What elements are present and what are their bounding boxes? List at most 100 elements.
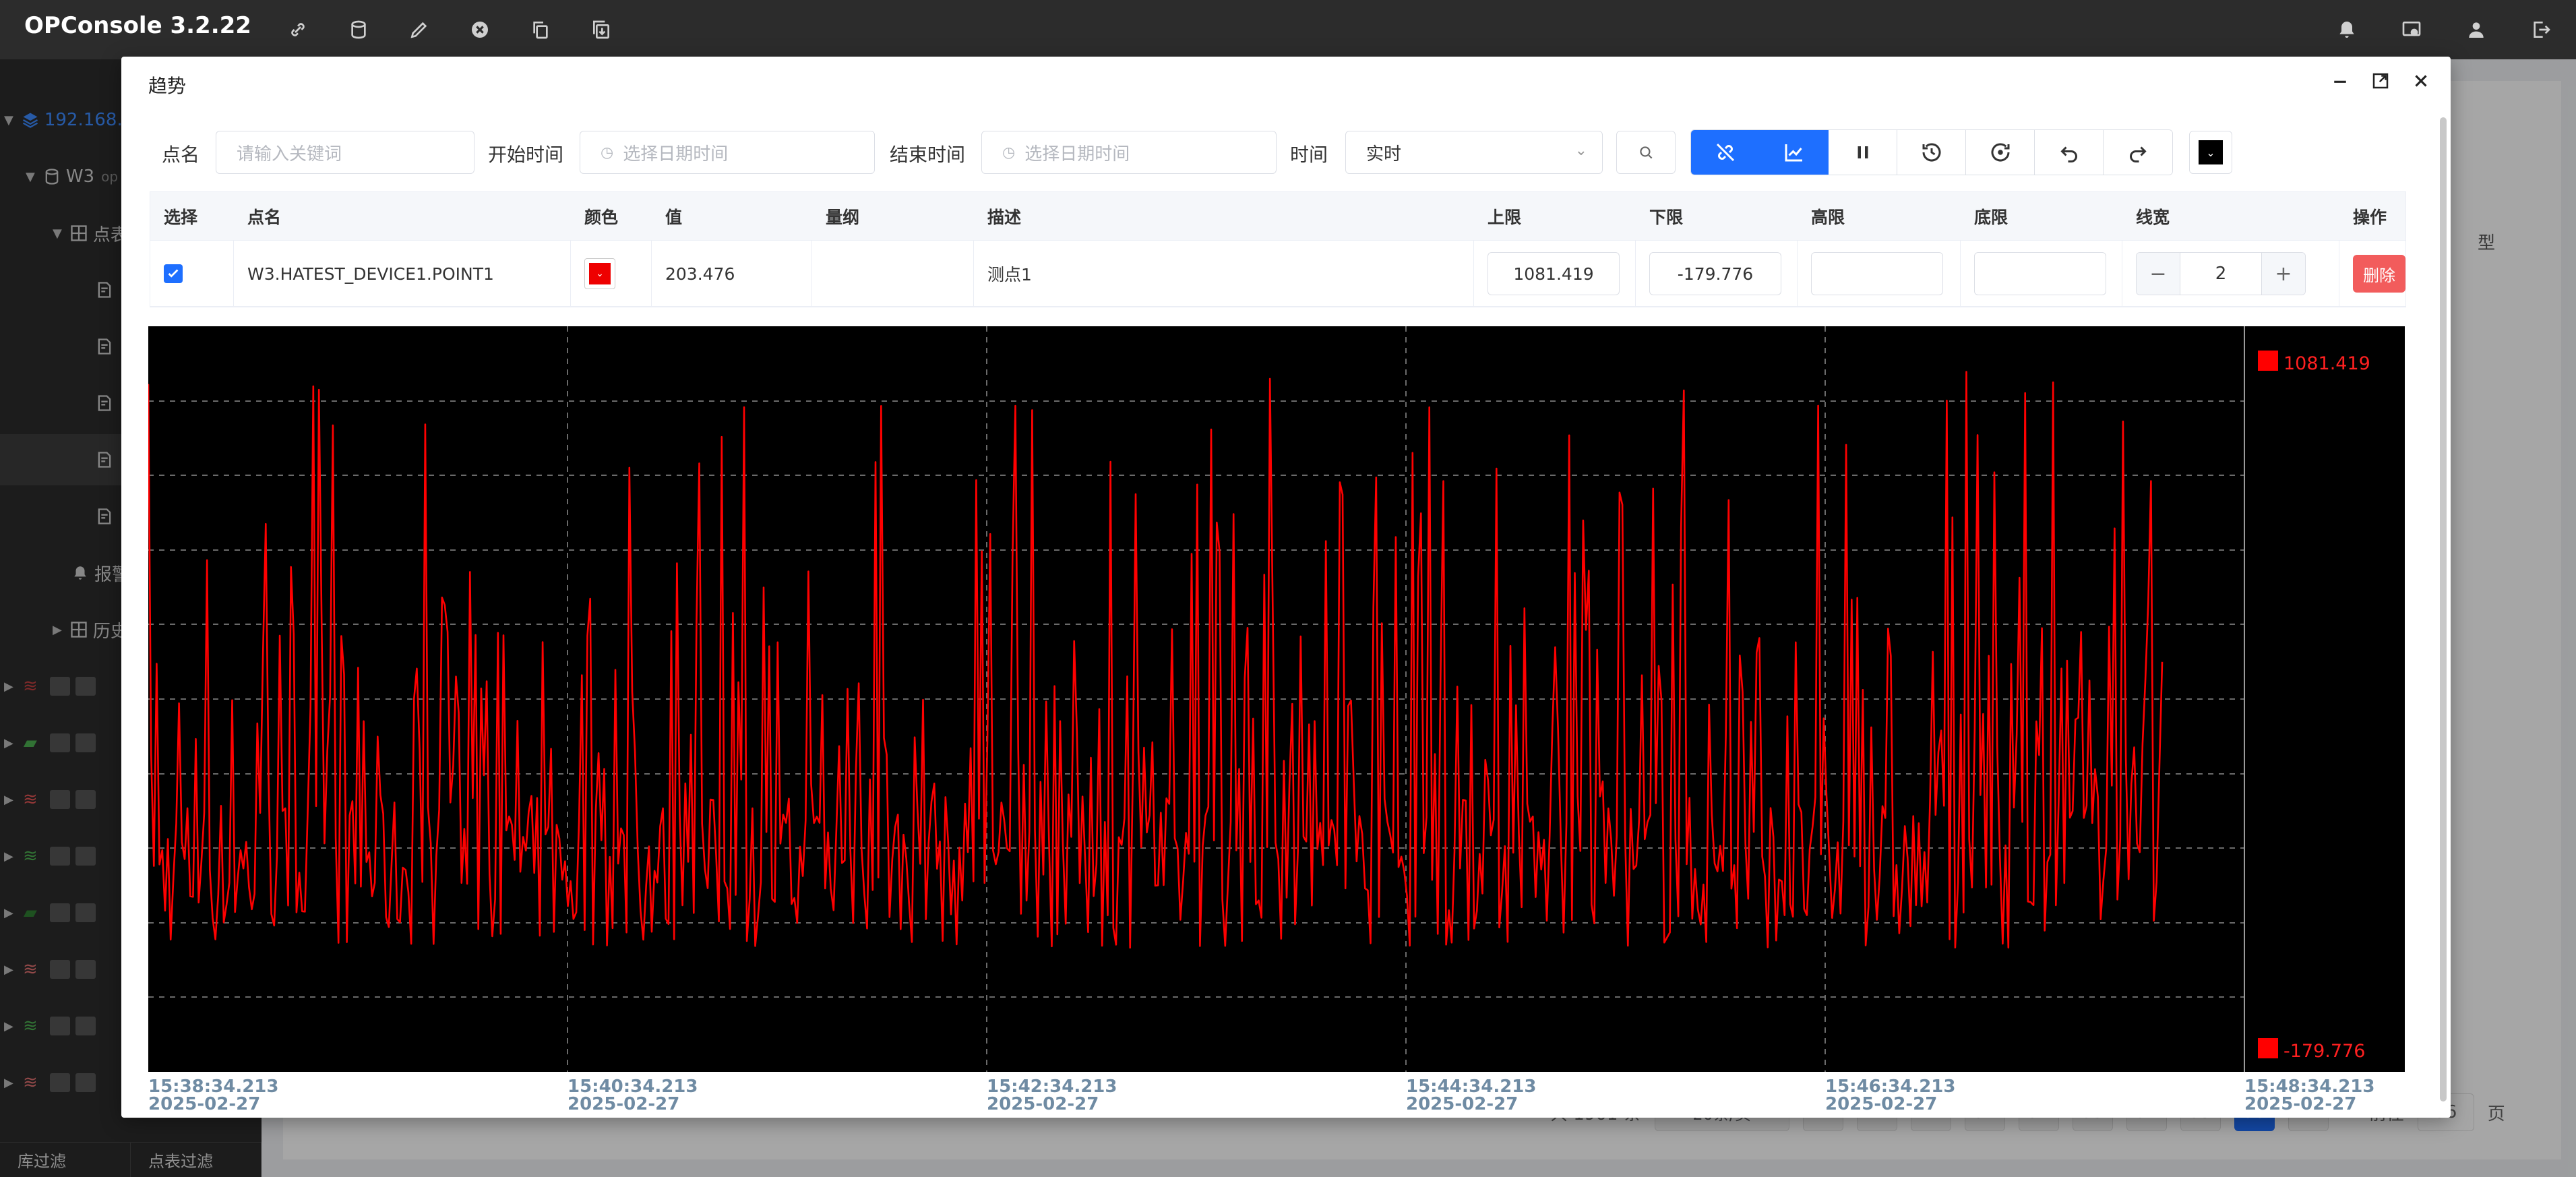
chevron-down-icon: ⌄ bbox=[2199, 140, 2223, 164]
point-name-input[interactable]: 请输入关键词 bbox=[216, 131, 474, 174]
delete-button[interactable]: 删除 bbox=[2353, 255, 2405, 293]
history-button[interactable] bbox=[1897, 130, 1966, 175]
logout-icon[interactable] bbox=[2526, 15, 2556, 44]
history-icon bbox=[1922, 143, 1940, 162]
close-icon[interactable] bbox=[2409, 69, 2433, 93]
low-limit-input[interactable] bbox=[1974, 252, 2106, 295]
high-limit-input[interactable] bbox=[1811, 252, 1943, 295]
col-value: 值 bbox=[665, 208, 683, 227]
time-mode-value: 实时 bbox=[1366, 144, 1402, 164]
decrement-button[interactable]: − bbox=[2137, 253, 2180, 295]
trend-chart: 1081.419 -179.776 15:38:34.213 2025-02-27… bbox=[148, 326, 2406, 1115]
col-unit: 量纲 bbox=[826, 208, 860, 227]
unlink-icon bbox=[1716, 143, 1734, 162]
x-tick-date: 2025-02-27 bbox=[1406, 1094, 1518, 1114]
end-time-placeholder: 选择日期时间 bbox=[1024, 144, 1130, 164]
x-tick-date: 2025-02-27 bbox=[1825, 1094, 1937, 1114]
start-time-label: 开始时间 bbox=[488, 144, 564, 166]
undo-button[interactable] bbox=[2035, 130, 2104, 175]
col-upper: 上限 bbox=[1488, 208, 1522, 227]
dialog-controls bbox=[2328, 69, 2433, 93]
line-chart-icon bbox=[1785, 144, 1802, 162]
value-cell: 203.476 bbox=[652, 241, 812, 307]
low-cell bbox=[1961, 241, 2122, 307]
upper-limit-marker bbox=[2258, 351, 2278, 371]
line-chart-button[interactable] bbox=[1760, 130, 1829, 175]
clock-icon: ◷ bbox=[1002, 144, 1016, 161]
undo-icon bbox=[2060, 146, 2077, 162]
col-line-width: 线宽 bbox=[2136, 208, 2170, 227]
table-row: W3.HATEST_DEVICE1.POINT1 ⌄ 203.476 测点1 1… bbox=[150, 241, 2405, 307]
search-icon bbox=[1640, 146, 1653, 159]
col-select: 选择 bbox=[164, 208, 198, 227]
line-color-picker[interactable]: ⌄ bbox=[584, 258, 615, 289]
col-high: 高限 bbox=[1811, 208, 1845, 227]
pause-icon bbox=[1858, 146, 1868, 158]
minimize-icon[interactable] bbox=[2328, 69, 2352, 93]
line-width-input[interactable]: 2 bbox=[2180, 253, 2262, 295]
unit-cell bbox=[812, 241, 974, 307]
table-header: 选择 点名 颜色 值 量纲 描述 上限 下限 高限 底限 线宽 操作 bbox=[150, 192, 2405, 241]
redo-button[interactable] bbox=[2104, 130, 2172, 175]
unlink-button[interactable] bbox=[1691, 130, 1760, 175]
search-button[interactable] bbox=[1616, 131, 1676, 174]
refresh-button[interactable] bbox=[1966, 130, 2035, 175]
pause-button[interactable] bbox=[1829, 130, 1897, 175]
edit-icon[interactable] bbox=[404, 15, 434, 44]
trend-chart-svg[interactable]: 1081.419 -179.776 15:38:34.2132025-02-27… bbox=[148, 326, 2406, 1115]
col-lower: 下限 bbox=[1649, 208, 1684, 227]
redo-icon bbox=[2130, 146, 2147, 162]
col-action: 操作 bbox=[2353, 208, 2387, 227]
end-time-label: 结束时间 bbox=[890, 144, 966, 166]
bell-icon[interactable] bbox=[2332, 15, 2362, 44]
start-time-placeholder: 选择日期时间 bbox=[623, 144, 729, 164]
upper-limit-label: 1081.419 bbox=[2283, 353, 2370, 374]
x-tick-date: 2025-02-27 bbox=[2244, 1094, 2356, 1114]
clock-icon: ◷ bbox=[601, 144, 614, 161]
app-title: OPConsole 3.2.22 bbox=[24, 12, 251, 39]
select-cell bbox=[150, 241, 234, 307]
link-icon[interactable] bbox=[283, 15, 313, 44]
dialog-title: 趋势 bbox=[148, 75, 187, 97]
lower-cell: -179.776 bbox=[1636, 241, 1798, 307]
chevron-down-icon: ⌄ bbox=[1574, 142, 1587, 159]
close-circle-icon[interactable] bbox=[465, 15, 495, 44]
background-color-picker[interactable]: ⌄ bbox=[2189, 131, 2232, 174]
col-low: 底限 bbox=[1974, 208, 2008, 227]
points-table: 选择 点名 颜色 值 量纲 描述 上限 下限 高限 底限 线宽 操作 W3.HA… bbox=[150, 191, 2406, 307]
x-tick-date: 2025-02-27 bbox=[148, 1094, 260, 1114]
chevron-down-icon: ⌄ bbox=[589, 263, 611, 284]
point-name-cell: W3.HATEST_DEVICE1.POINT1 bbox=[234, 241, 571, 307]
user-icon[interactable] bbox=[2461, 15, 2491, 44]
increment-button[interactable]: + bbox=[2262, 253, 2305, 295]
database-sql-icon[interactable] bbox=[344, 15, 373, 44]
time-mode-select[interactable]: 实时 ⌄ bbox=[1345, 131, 1603, 174]
upper-limit-input[interactable]: 1081.419 bbox=[1488, 252, 1620, 295]
copy-icon[interactable] bbox=[526, 15, 555, 44]
lower-limit-input[interactable]: -179.776 bbox=[1649, 252, 1781, 295]
toolbar-left bbox=[283, 0, 616, 59]
maximize-icon[interactable] bbox=[2368, 69, 2393, 93]
col-color: 颜色 bbox=[584, 208, 619, 227]
x-tick-date: 2025-02-27 bbox=[987, 1094, 1099, 1114]
time-label: 时间 bbox=[1290, 144, 1328, 166]
start-time-picker[interactable]: ◷ 选择日期时间 bbox=[580, 131, 875, 174]
point-name-label: 点名 bbox=[162, 144, 200, 166]
line-width-stepper: − 2 + bbox=[2136, 252, 2306, 295]
col-name: 点名 bbox=[247, 208, 282, 227]
row-checkbox[interactable] bbox=[164, 264, 183, 283]
action-cell: 删除 bbox=[2339, 241, 2405, 307]
color-cell: ⌄ bbox=[571, 241, 652, 307]
import-icon[interactable] bbox=[586, 15, 616, 44]
high-cell bbox=[1798, 241, 1961, 307]
end-time-picker[interactable]: ◷ 选择日期时间 bbox=[981, 131, 1277, 174]
toolbar-right bbox=[2332, 0, 2556, 59]
x-tick-date: 2025-02-27 bbox=[568, 1094, 679, 1114]
trend-dialog: 趋势 点名 请输入关键词 开始时间 ◷ 选择日期时间 结束时间 ◷ 选择日期时间… bbox=[121, 57, 2451, 1118]
top-bar: OPConsole 3.2.22 bbox=[0, 0, 2576, 59]
chart-toolbar bbox=[1690, 129, 2173, 175]
col-desc: 描述 bbox=[987, 208, 1022, 227]
dialog-scrollbar[interactable] bbox=[2440, 117, 2447, 1101]
lower-limit-marker bbox=[2258, 1038, 2278, 1058]
console-settings-icon[interactable] bbox=[2397, 15, 2426, 44]
